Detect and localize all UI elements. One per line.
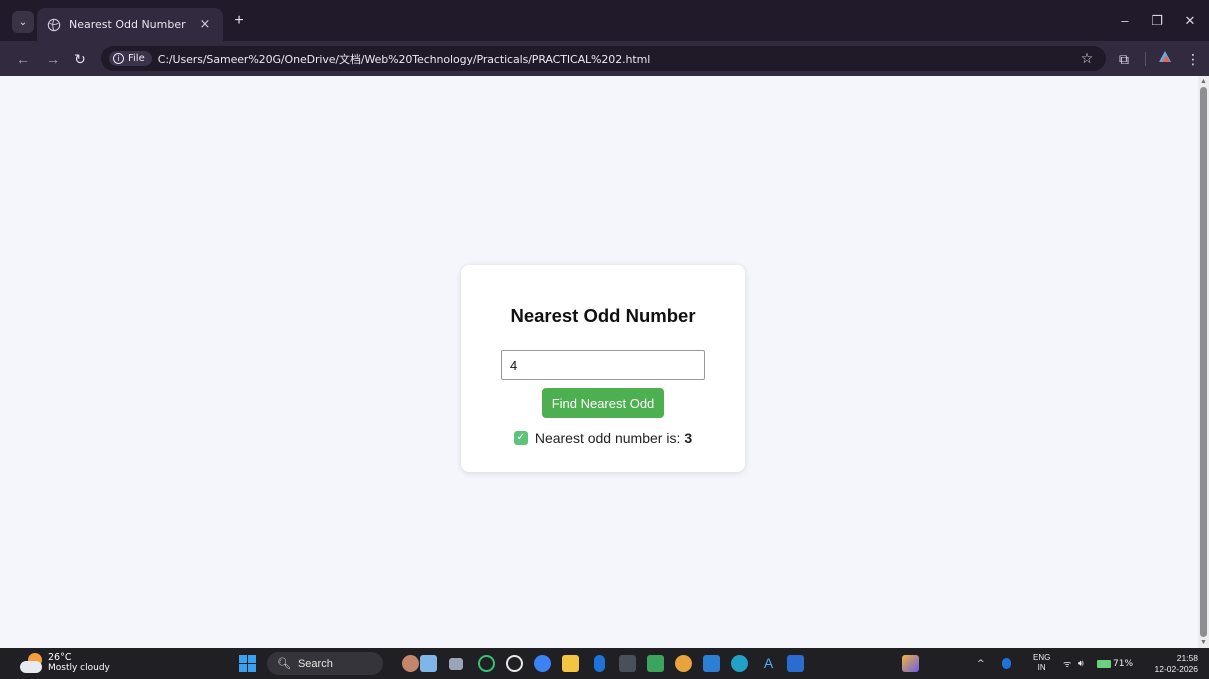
find-nearest-odd-button[interactable]: Find Nearest Odd xyxy=(542,388,664,418)
media-app-icon[interactable] xyxy=(647,655,664,672)
file-explorer-icon[interactable] xyxy=(562,655,579,672)
number-input[interactable] xyxy=(501,350,705,380)
weather-temp: 26°C xyxy=(48,652,72,663)
tab-close-icon[interactable]: × xyxy=(197,17,213,32)
clock-time: 21:58 xyxy=(1176,653,1198,663)
scroll-down-icon[interactable]: ▼ xyxy=(1199,638,1208,647)
weather-widget[interactable]: 26°C Mostly cloudy xyxy=(20,652,110,674)
result-line: ✓ Nearest odd number is: 3 xyxy=(461,430,745,446)
copilot-icon[interactable] xyxy=(534,655,551,672)
nearest-odd-card: Nearest Odd Number Find Nearest Odd ✓ Ne… xyxy=(461,265,745,472)
browser-toolbar: ← → ↻ i File C:/Users/Sameer%20G/OneDriv… xyxy=(0,41,1209,76)
tray-overflow-icon[interactable]: ^ xyxy=(977,648,985,679)
search-icon: 🔍︎ xyxy=(277,658,291,670)
scrollbar-thumb[interactable] xyxy=(1200,87,1207,637)
battery-indicator[interactable]: 71% xyxy=(1097,648,1133,679)
wifi-icon[interactable]: ᯤ xyxy=(1063,648,1071,679)
url-text: C:/Users/Sameer%20G/OneDrive/文档/Web%20Te… xyxy=(157,52,651,66)
info-icon: i xyxy=(113,53,124,64)
battery-icon xyxy=(1097,659,1111,668)
close-window-button[interactable]: ✕ xyxy=(1180,12,1200,30)
taskbar-search-label: Search xyxy=(297,657,333,670)
window-app-icon[interactable] xyxy=(449,658,463,670)
browser-menu-icon[interactable]: ⋮ xyxy=(1183,49,1203,69)
terminal-icon[interactable] xyxy=(619,655,636,672)
language-indicator[interactable]: ENG IN xyxy=(1033,653,1050,673)
windows-taskbar: 26°C Mostly cloudy 🔍︎ Search A ^ ENG IN … xyxy=(0,648,1209,679)
bluetooth-app-icon[interactable] xyxy=(594,655,605,672)
volume-icon[interactable]: 🔊︎ xyxy=(1078,648,1084,679)
people-app-icon[interactable] xyxy=(402,655,419,672)
restore-button[interactable]: ❐ xyxy=(1147,12,1167,30)
windows-start-icon[interactable] xyxy=(239,655,256,672)
forward-icon[interactable]: → xyxy=(43,49,63,69)
clock[interactable]: 21:58 12-02-2026 xyxy=(1150,653,1198,675)
edge-icon[interactable] xyxy=(731,655,748,672)
vscode-icon[interactable] xyxy=(703,655,720,672)
site-chip-label: File xyxy=(128,53,145,64)
tab-search-button[interactable]: ⌄ xyxy=(12,11,34,33)
globe-icon xyxy=(47,18,61,31)
chatgpt-icon[interactable] xyxy=(506,655,523,672)
weather-desc: Mostly cloudy xyxy=(48,663,110,673)
address-bar[interactable]: i File C:/Users/Sameer%20G/OneDrive/文档/W… xyxy=(101,46,1106,71)
result-value: 3 xyxy=(684,430,693,446)
tab-title: Nearest Odd Number xyxy=(69,18,186,31)
whatsapp-icon[interactable] xyxy=(478,655,495,672)
browser-tab[interactable]: Nearest Odd Number × xyxy=(37,8,223,41)
word-icon[interactable] xyxy=(787,655,804,672)
browser-tab-bar: ⌄ Nearest Odd Number × + – ❐ ✕ xyxy=(0,0,1209,41)
toolbar-divider xyxy=(1145,52,1146,66)
files-app-icon[interactable] xyxy=(420,655,437,672)
tray-bluetooth-icon[interactable] xyxy=(1002,658,1011,669)
lang-code: ENG xyxy=(1033,653,1051,662)
minimize-button[interactable]: – xyxy=(1115,12,1135,30)
weather-cloud-icon xyxy=(20,652,44,674)
extensions-icon[interactable]: ⧉ xyxy=(1114,49,1134,69)
lang-region: IN xyxy=(1037,663,1046,672)
back-icon[interactable]: ← xyxy=(13,49,33,69)
bookmark-star-icon[interactable]: ☆ xyxy=(1077,48,1097,68)
scroll-up-icon[interactable]: ▲ xyxy=(1199,77,1208,86)
taskbar-search[interactable]: 🔍︎ Search xyxy=(267,652,383,675)
autocad-icon[interactable]: A xyxy=(760,655,777,672)
clock-date: 12-02-2026 xyxy=(1154,664,1198,674)
profile-avatar-icon[interactable] xyxy=(1155,49,1175,69)
paint-icon[interactable] xyxy=(902,655,919,672)
site-info-chip[interactable]: i File xyxy=(109,51,152,66)
vertical-scrollbar[interactable]: ▲ ▼ xyxy=(1198,76,1209,648)
result-label: Nearest odd number is: xyxy=(534,430,681,446)
battery-percent: 71% xyxy=(1113,658,1134,669)
reload-icon[interactable]: ↻ xyxy=(70,49,90,69)
chrome-icon[interactable] xyxy=(675,655,692,672)
check-icon: ✓ xyxy=(513,431,528,445)
new-tab-button[interactable]: + xyxy=(231,13,247,29)
page-title: Nearest Odd Number xyxy=(510,305,696,326)
